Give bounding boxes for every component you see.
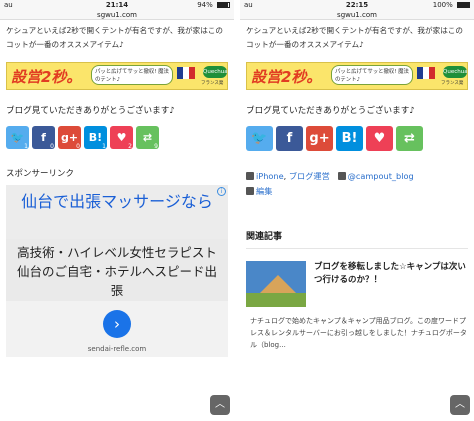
share-count: 0 bbox=[50, 143, 54, 150]
scroll-to-top-button[interactable]: ︿ bbox=[210, 395, 230, 415]
twitter-share-button[interactable]: 🐦 1 bbox=[6, 126, 29, 150]
related-heading: 関連記事 bbox=[246, 229, 468, 249]
facebook-share-button[interactable]: f bbox=[276, 126, 303, 151]
status-bar: au 21:14 94% bbox=[0, 0, 234, 10]
address-bar[interactable]: sgwu1.com bbox=[0, 10, 234, 20]
thanks-message: ブログ見ていただきありがとうございます♪ bbox=[246, 106, 415, 116]
battery-icon bbox=[217, 2, 230, 8]
post-meta: iPhone, ブログ運営 @campout_blog 編集 bbox=[246, 169, 468, 199]
facebook-icon: f bbox=[286, 131, 293, 146]
address-bar[interactable]: sgwu1.com bbox=[240, 10, 474, 20]
ad-info-icon[interactable]: i bbox=[217, 187, 226, 196]
twitter-share-button[interactable]: 🐦 bbox=[246, 126, 273, 151]
share-buttons: 🐦 1 f0 g+ 0 B! 1 ♥ 2 ⇄ 9 bbox=[6, 126, 228, 150]
banner-bubble: パッと広げてサッと撤収! 魔法のテント♪ bbox=[91, 65, 173, 85]
feedly-button[interactable]: ⇄ bbox=[396, 126, 423, 151]
battery-group: 100% bbox=[433, 0, 470, 10]
edit-row: 編集 bbox=[246, 184, 468, 199]
hatena-icon: B! bbox=[341, 131, 358, 146]
feedly-button[interactable]: ⇄ 9 bbox=[136, 126, 159, 150]
battery-percent: 94% bbox=[197, 1, 213, 9]
ad-headline[interactable]: 仙台で出張マッサージなら bbox=[6, 185, 228, 239]
tag-link-blog[interactable]: ブログ運営 bbox=[289, 171, 330, 181]
quechua-banner-ad[interactable]: 設営2秒。 パッと広げてサッと撤収! 魔法のテント♪ Quechua フランス発 bbox=[246, 62, 468, 90]
feedly-icon: ⇄ bbox=[404, 131, 415, 146]
thanks-message: ブログ見ていただきありがとうございます♪ bbox=[6, 106, 175, 116]
quechua-logo: Quechua bbox=[443, 66, 467, 78]
facebook-icon: f bbox=[41, 131, 46, 144]
share-count: 1 bbox=[102, 143, 106, 150]
pocket-icon: ♥ bbox=[373, 131, 386, 146]
related-title[interactable]: ブログを移転しました☆キャンプは次いつ行けるのか？！ bbox=[314, 261, 468, 307]
twitter-icon: 🐦 bbox=[10, 131, 25, 144]
hatena-bookmark-button[interactable]: B! bbox=[336, 126, 363, 151]
feedly-icon: ⇄ bbox=[142, 131, 153, 144]
google-plus-share-button[interactable]: g+ 0 bbox=[58, 126, 81, 150]
battery-icon bbox=[457, 2, 470, 8]
edit-icon bbox=[246, 187, 254, 195]
article-content: ケシュアといえば2秒で開くテントが有名ですが、我が家はこのコットが一番のオススメ… bbox=[0, 20, 234, 357]
scroll-to-top-button[interactable]: ︿ bbox=[450, 395, 470, 415]
facebook-share-button[interactable]: f0 bbox=[32, 126, 55, 150]
article-content: ケシュアといえば2秒で開くテントが有名ですが、我が家はこのコットが一番のオススメ… bbox=[240, 20, 474, 351]
tag-link-iphone[interactable]: iPhone bbox=[256, 171, 284, 181]
ad-arrow-button[interactable]: › bbox=[103, 310, 131, 338]
share-count: 9 bbox=[154, 143, 158, 150]
france-flag-icon bbox=[417, 67, 435, 79]
battery-group: 94% bbox=[197, 0, 230, 10]
battery-percent: 100% bbox=[432, 1, 453, 9]
share-count: 1 bbox=[24, 143, 28, 150]
banner-bubble: パッと広げてサッと撤収! 魔法のテント♪ bbox=[331, 65, 413, 85]
google-plus-share-button[interactable]: g+ bbox=[306, 126, 333, 151]
article-paragraph: ケシュアといえば2秒で開くテントが有名ですが、我が家はこのコットが一番のオススメ… bbox=[6, 26, 223, 49]
thumbnail-grass bbox=[246, 293, 306, 307]
hatena-bookmark-button[interactable]: B! 1 bbox=[84, 126, 107, 150]
banner-headline: 設営2秒。 bbox=[251, 68, 322, 86]
sponsor-label: スポンサーリンク bbox=[6, 169, 75, 179]
edit-link[interactable]: 編集 bbox=[256, 186, 272, 196]
status-bar: au 22:15 100% bbox=[240, 0, 474, 10]
tag-icon bbox=[246, 172, 254, 180]
share-count: 2 bbox=[128, 143, 132, 150]
share-buttons: 🐦 f g+ B! ♥ ⇄ bbox=[246, 126, 468, 151]
user-icon bbox=[337, 172, 346, 180]
related-article-card[interactable]: ブログを移転しました☆キャンプは次いつ行けるのか？！ bbox=[246, 261, 468, 307]
related-excerpt: ナチュログで始めたキャンプ＆キャンプ用品ブログ。この度ワードプレス＆レンタルサー… bbox=[250, 317, 467, 349]
share-count: 0 bbox=[76, 143, 80, 150]
massage-ad[interactable]: i 仙台で出張マッサージなら 高技術・ハイレベル女性セラピスト 仙台のご自宅・ホ… bbox=[6, 185, 228, 357]
right-screen: au 22:15 100% sgwu1.com ケシュアといえば2秒で開くテント… bbox=[240, 0, 474, 421]
thumbnail-tent bbox=[260, 275, 296, 293]
banner-headline: 設営2秒。 bbox=[11, 68, 82, 86]
ad-site-url[interactable]: sendai-refle.com bbox=[6, 345, 228, 353]
quechua-logo: Quechua bbox=[203, 66, 227, 78]
related-thumbnail[interactable] bbox=[246, 261, 306, 307]
ad-body: 高技術・ハイレベル女性セラピスト 仙台のご自宅・ホテルへスピード出張 bbox=[6, 239, 228, 301]
france-flag-icon bbox=[177, 67, 195, 79]
left-screen: au 21:14 94% sgwu1.com ケシュアといえば2秒で開くテントが… bbox=[0, 0, 234, 421]
author-link[interactable]: @campout_blog bbox=[348, 171, 414, 181]
pocket-button[interactable]: ♥ 2 bbox=[110, 126, 133, 150]
tag-row: iPhone, ブログ運営 @campout_blog bbox=[246, 169, 468, 184]
hatena-icon: B! bbox=[88, 131, 103, 144]
twitter-icon: 🐦 bbox=[251, 131, 268, 146]
google-plus-icon: g+ bbox=[309, 131, 330, 146]
banner-caption: フランス発 bbox=[201, 81, 224, 86]
article-paragraph: ケシュアといえば2秒で開くテントが有名ですが、我が家はこのコットが一番のオススメ… bbox=[246, 26, 463, 49]
banner-caption: フランス発 bbox=[441, 81, 464, 86]
pocket-icon: ♥ bbox=[116, 131, 127, 144]
quechua-banner-ad[interactable]: 設営2秒。 パッと広げてサッと撤収! 魔法のテント♪ Quechua フランス発 bbox=[6, 62, 228, 90]
pocket-button[interactable]: ♥ bbox=[366, 126, 393, 151]
